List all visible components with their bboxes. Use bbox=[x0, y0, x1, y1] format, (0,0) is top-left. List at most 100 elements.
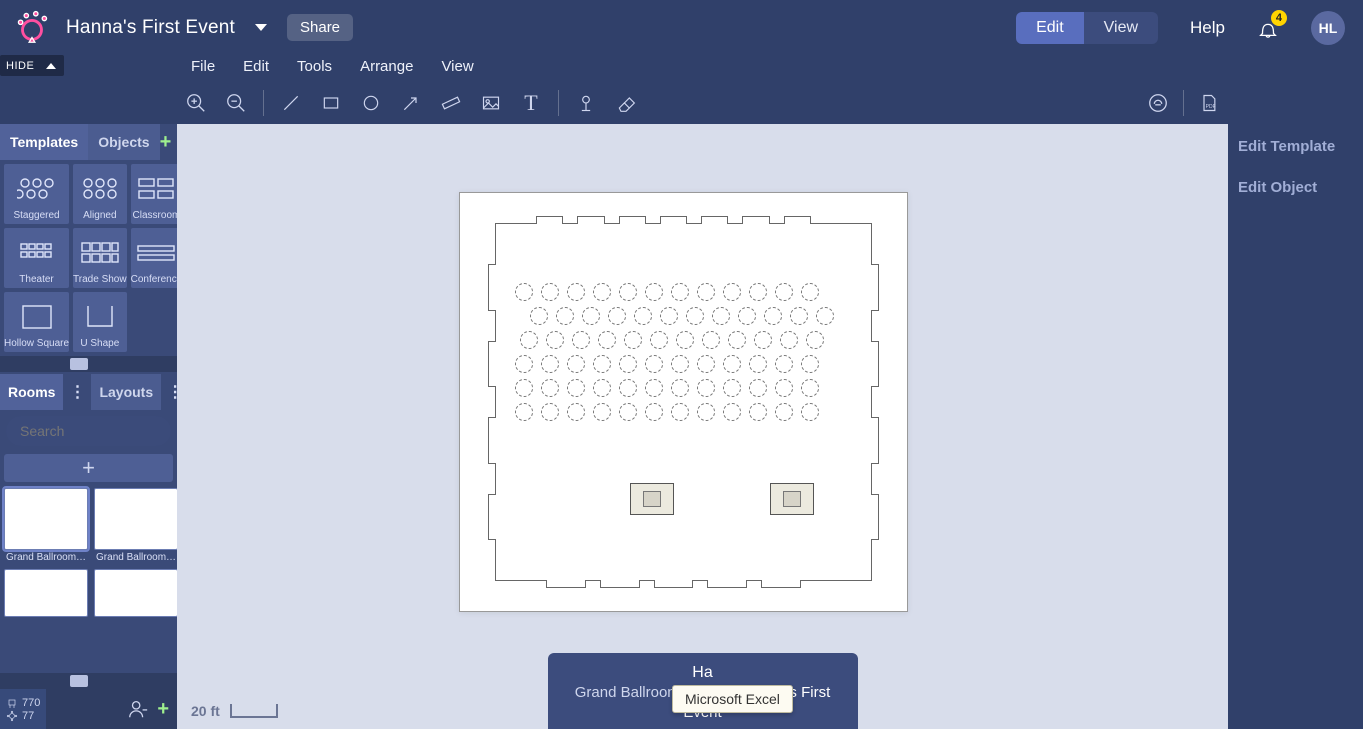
round-table[interactable] bbox=[671, 283, 689, 301]
template-staggered[interactable]: Staggered bbox=[4, 164, 69, 224]
template-conference[interactable]: Conference bbox=[131, 228, 183, 288]
round-table[interactable] bbox=[515, 283, 533, 301]
round-table[interactable] bbox=[593, 379, 611, 397]
round-table[interactable] bbox=[582, 307, 600, 325]
rooms-menu-icon[interactable]: ⋮ bbox=[63, 382, 91, 402]
round-table[interactable] bbox=[816, 307, 834, 325]
zoom-in-button[interactable] bbox=[183, 90, 209, 116]
round-table[interactable] bbox=[567, 379, 585, 397]
round-table[interactable] bbox=[728, 331, 746, 349]
menu-edit[interactable]: Edit bbox=[229, 54, 283, 81]
round-table[interactable] bbox=[608, 307, 626, 325]
round-table[interactable] bbox=[619, 379, 637, 397]
round-table[interactable] bbox=[671, 403, 689, 421]
add-person-button[interactable]: + bbox=[149, 699, 177, 719]
round-table[interactable] bbox=[806, 331, 824, 349]
round-table[interactable] bbox=[645, 403, 663, 421]
round-table[interactable] bbox=[593, 355, 611, 373]
round-table[interactable] bbox=[598, 331, 616, 349]
canvas-area[interactable]: 20 ft Ha Grand Ballroom Copy for anna's … bbox=[177, 124, 1228, 729]
round-table[interactable] bbox=[754, 331, 772, 349]
round-table[interactable] bbox=[619, 403, 637, 421]
round-table[interactable] bbox=[556, 307, 574, 325]
template-tradeshow[interactable]: Trade Show bbox=[73, 228, 127, 288]
user-avatar[interactable]: HL bbox=[1311, 11, 1345, 45]
round-table[interactable] bbox=[645, 355, 663, 373]
tool-line[interactable] bbox=[278, 90, 304, 116]
menu-view[interactable]: View bbox=[427, 54, 487, 81]
round-table[interactable] bbox=[775, 379, 793, 397]
room-thumb[interactable] bbox=[4, 569, 88, 617]
edit-template-link[interactable]: Edit Template bbox=[1238, 138, 1353, 155]
slider-knob-icon[interactable] bbox=[70, 675, 88, 687]
round-table[interactable] bbox=[541, 403, 559, 421]
round-table[interactable] bbox=[780, 331, 798, 349]
rooms-search[interactable] bbox=[6, 416, 171, 446]
notifications-button[interactable]: 4 bbox=[1257, 16, 1279, 40]
round-table[interactable] bbox=[738, 307, 756, 325]
round-table[interactable] bbox=[697, 403, 715, 421]
template-theater[interactable]: Theater bbox=[4, 228, 69, 288]
round-table[interactable] bbox=[801, 355, 819, 373]
round-table[interactable] bbox=[671, 355, 689, 373]
round-table[interactable] bbox=[686, 307, 704, 325]
round-table[interactable] bbox=[723, 403, 741, 421]
round-table[interactable] bbox=[541, 379, 559, 397]
round-table[interactable] bbox=[775, 403, 793, 421]
person-icon[interactable] bbox=[127, 698, 149, 720]
menu-arrange[interactable]: Arrange bbox=[346, 54, 427, 81]
round-table[interactable] bbox=[801, 379, 819, 397]
round-table[interactable] bbox=[702, 331, 720, 349]
hide-panel-button[interactable]: HIDE bbox=[0, 55, 64, 76]
round-table[interactable] bbox=[764, 307, 782, 325]
round-table[interactable] bbox=[634, 307, 652, 325]
tool-image[interactable] bbox=[478, 90, 504, 116]
round-table[interactable] bbox=[676, 331, 694, 349]
menu-tools[interactable]: Tools bbox=[283, 54, 346, 81]
tool-measure[interactable] bbox=[438, 90, 464, 116]
export-pdf-button[interactable]: PDF bbox=[1196, 90, 1222, 116]
round-table[interactable] bbox=[790, 307, 808, 325]
stage-left[interactable] bbox=[630, 483, 674, 515]
round-table[interactable] bbox=[712, 307, 730, 325]
tool-circle[interactable] bbox=[358, 90, 384, 116]
room-thumb[interactable] bbox=[94, 569, 177, 617]
round-table[interactable] bbox=[546, 331, 564, 349]
round-table[interactable] bbox=[749, 355, 767, 373]
event-title[interactable]: Hanna's First Event bbox=[66, 17, 235, 39]
tab-objects[interactable]: Objects bbox=[88, 124, 159, 160]
round-table[interactable] bbox=[541, 283, 559, 301]
round-table[interactable] bbox=[723, 355, 741, 373]
tab-rooms[interactable]: Rooms bbox=[0, 374, 63, 410]
template-size-slider[interactable] bbox=[0, 356, 177, 372]
slider-knob-icon[interactable] bbox=[70, 358, 88, 370]
round-table[interactable] bbox=[572, 331, 590, 349]
menu-file[interactable]: File bbox=[177, 54, 229, 81]
zoom-out-button[interactable] bbox=[223, 90, 249, 116]
template-classroom[interactable]: Classroom bbox=[131, 164, 183, 224]
round-table[interactable] bbox=[619, 355, 637, 373]
add-layout-button[interactable]: + bbox=[4, 454, 173, 482]
link-button[interactable] bbox=[1145, 90, 1171, 116]
round-table[interactable] bbox=[650, 331, 668, 349]
round-table[interactable] bbox=[723, 283, 741, 301]
round-table[interactable] bbox=[801, 283, 819, 301]
round-table[interactable] bbox=[801, 403, 819, 421]
round-table[interactable] bbox=[660, 307, 678, 325]
add-template-button[interactable]: + bbox=[160, 132, 172, 152]
tab-templates[interactable]: Templates bbox=[0, 124, 88, 160]
template-hollow-square[interactable]: Hollow Square bbox=[4, 292, 69, 352]
mode-view-button[interactable]: View bbox=[1084, 12, 1158, 44]
tool-text[interactable]: T bbox=[518, 90, 544, 116]
round-table[interactable] bbox=[697, 379, 715, 397]
round-table[interactable] bbox=[541, 355, 559, 373]
mode-edit-button[interactable]: Edit bbox=[1016, 12, 1084, 44]
round-table[interactable] bbox=[697, 355, 715, 373]
round-table[interactable] bbox=[593, 403, 611, 421]
round-table[interactable] bbox=[749, 283, 767, 301]
rooms-size-slider[interactable] bbox=[0, 673, 177, 689]
tool-pin[interactable] bbox=[573, 90, 599, 116]
room-thumb[interactable]: Grand Ballroom… bbox=[4, 488, 88, 563]
round-table[interactable] bbox=[645, 283, 663, 301]
round-table[interactable] bbox=[749, 403, 767, 421]
